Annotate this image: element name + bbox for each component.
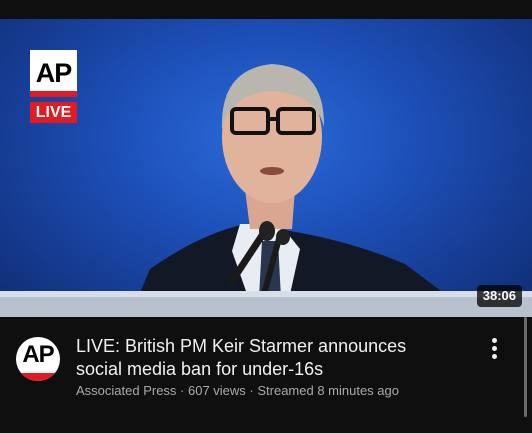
channel-avatar-stripe (16, 373, 60, 381)
channel-avatar-text: AP (22, 341, 54, 368)
ap-logo-text: AP (30, 50, 77, 97)
scrollbar[interactable] (524, 317, 527, 417)
video-subtitle: Associated Press · 607 views · Streamed … (76, 383, 399, 398)
live-badge: LIVE (30, 102, 77, 123)
speaker-photo (0, 64, 532, 317)
ap-live-logo: AP LIVE (30, 50, 77, 123)
channel-avatar[interactable]: AP (16, 337, 60, 381)
video-duration: 38:06 (476, 285, 522, 307)
top-bar (0, 0, 532, 19)
video-thumbnail[interactable]: AP LIVE 38:06 (0, 19, 532, 317)
more-vertical-icon[interactable] (482, 337, 506, 361)
video-title[interactable]: LIVE: British PM Keir Starmer announces … (76, 335, 456, 381)
video-metadata: AP LIVE: British PM Keir Starmer announc… (0, 317, 532, 433)
